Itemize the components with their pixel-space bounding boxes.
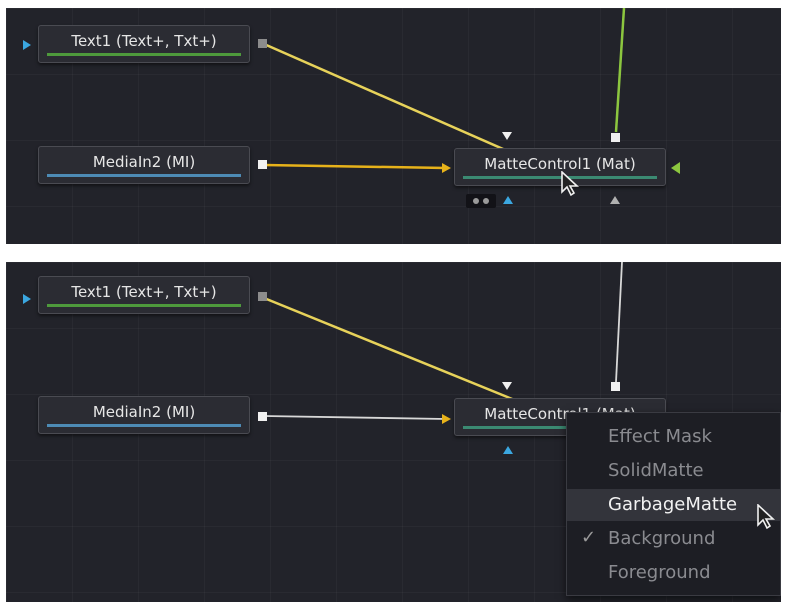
node-mediain2-label: MediaIn2 (MI) (92, 403, 196, 421)
input-context-menu: Effect Mask SolidMatte GarbageMatte ✓ Ba… (566, 412, 781, 596)
menu-item-label: Foreground (608, 562, 711, 583)
node-color-bar (47, 174, 241, 177)
garbage-matte-input-port[interactable] (611, 133, 620, 142)
effect-mask-input-arrow[interactable] (503, 446, 513, 454)
node-editor-panel-bottom[interactable]: Text1 (Text+, Txt+) MediaIn2 (MI) MatteC… (6, 262, 781, 602)
menu-item-label: GarbageMatte (608, 494, 738, 515)
menu-item-foreground[interactable]: Foreground (567, 557, 780, 589)
menu-item-label: SolidMatte (608, 460, 704, 481)
garbage-matte-input-port[interactable] (611, 382, 620, 391)
wire-garbage-input-green (614, 8, 626, 133)
node-color-bar (47, 424, 241, 427)
output-arrow-icon (23, 40, 31, 50)
menu-item-background[interactable]: ✓ Background (567, 523, 780, 555)
node-color-bar (47, 53, 241, 56)
menu-item-effect-mask[interactable]: Effect Mask (567, 421, 780, 453)
foreground-input-arrow[interactable] (502, 382, 512, 390)
mediain2-output-port[interactable] (258, 412, 267, 421)
background-input-arrow[interactable] (442, 163, 451, 173)
wire-mediain2-to-mattecontrol (263, 163, 447, 170)
menu-item-garbagematte[interactable]: GarbageMatte (567, 489, 780, 521)
node-text1-label: Text1 (Text+, Txt+) (71, 283, 217, 301)
node-editor-panel-top[interactable]: Text1 (Text+, Txt+) MediaIn2 (MI) MatteC… (6, 8, 781, 244)
foreground-input-arrow[interactable] (502, 132, 512, 140)
output-port-arrow[interactable] (610, 196, 620, 204)
checkmark-icon: ✓ (581, 527, 597, 548)
mediain2-output-port[interactable] (258, 160, 267, 169)
node-mediain2[interactable]: MediaIn2 (MI) (38, 396, 250, 434)
wire-mediain2-to-mattecontrol (263, 415, 447, 420)
node-text1-label: Text1 (Text+, Txt+) (71, 32, 217, 50)
mouse-cursor-icon (757, 504, 776, 530)
menu-item-label: Effect Mask (608, 426, 712, 447)
output-arrow-icon (23, 294, 31, 304)
effect-mask-input-arrow[interactable] (503, 196, 513, 204)
node-mediain2[interactable]: MediaIn2 (MI) (38, 146, 250, 184)
node-text1[interactable]: Text1 (Text+, Txt+) (38, 25, 250, 63)
menu-item-label: Background (608, 528, 716, 549)
background-input-arrow[interactable] (442, 414, 451, 424)
node-view-toggle[interactable] (466, 194, 496, 208)
node-mediain2-label: MediaIn2 (MI) (92, 153, 196, 171)
solid-matte-input-arrow[interactable] (671, 162, 680, 174)
wire-garbage-input-white (615, 262, 623, 383)
text1-output-port[interactable] (258, 292, 267, 301)
node-text1[interactable]: Text1 (Text+, Txt+) (38, 276, 250, 314)
text1-output-port[interactable] (258, 39, 267, 48)
node-color-bar (47, 304, 241, 307)
mouse-cursor-icon (561, 171, 580, 197)
menu-item-solidmatte[interactable]: SolidMatte (567, 455, 780, 487)
